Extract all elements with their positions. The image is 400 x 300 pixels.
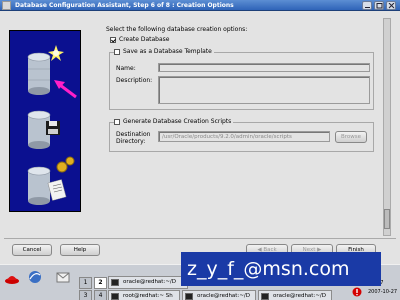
database-scripts-icon [27, 156, 75, 205]
generate-scripts-label: Generate Database Creation Scripts [123, 118, 232, 125]
browser-icon[interactable] [28, 269, 42, 285]
workspace-1[interactable]: 1 [79, 277, 92, 289]
directory-label: Directory: [116, 138, 146, 145]
window-menu-icon[interactable] [2, 1, 11, 10]
window-title: Database Configuration Assistant, Step 6… [15, 2, 234, 9]
cancel-button[interactable]: Cancel [12, 244, 52, 256]
task-label: oracle@redhat:~/D [123, 279, 177, 285]
task-button[interactable]: oracle@redhat:~/D [182, 290, 256, 300]
browse-button[interactable]: Browse [335, 131, 367, 143]
task-button[interactable]: oracle@redhat:~/D [108, 276, 188, 289]
help-button[interactable]: Help [60, 244, 100, 256]
close-button[interactable] [386, 1, 396, 10]
task-label: oracle@redhat:~/D [273, 293, 327, 299]
generate-scripts-option[interactable]: Generate Database Creation Scripts [114, 118, 234, 125]
terminal-icon [111, 293, 119, 300]
creation-options-intro: Select the following database creation o… [106, 26, 248, 33]
dbca-window: Database Configuration Assistant, Step 6… [0, 0, 400, 264]
wizard-illustration [9, 30, 81, 212]
maximize-button[interactable] [374, 1, 384, 10]
msn-watermark-text: z_y_f_@msn.com [187, 258, 350, 280]
database-save-icon [27, 110, 60, 149]
task-button[interactable]: root@redhat:~ Sh [108, 290, 180, 300]
task-button[interactable]: oracle@redhat:~/D [258, 290, 332, 300]
terminal-icon [261, 293, 269, 300]
generate-scripts-checkbox[interactable] [114, 118, 120, 125]
task-label: oracle@redhat:~/D [197, 293, 251, 299]
destination-directory-input[interactable]: /usr/Oracle/products/9.2.0/admin/oracle/… [158, 131, 330, 142]
destination-label: Destination [116, 131, 151, 138]
save-template-option[interactable]: Save as a Database Template [114, 48, 214, 55]
workspace-2[interactable]: 2 [94, 277, 107, 289]
sparkle-icon [48, 45, 64, 61]
create-database-checkbox[interactable] [110, 36, 116, 43]
create-database-label: Create Database [119, 36, 170, 43]
title-bar[interactable]: Database Configuration Assistant, Step 6… [0, 0, 400, 11]
scrollbar-thumb[interactable] [384, 209, 390, 229]
msn-watermark: z_y_f_@msn.com [181, 252, 381, 286]
alert-icon[interactable] [352, 287, 362, 297]
terminal-icon [111, 279, 119, 286]
database-cylinder-icon [27, 52, 51, 95]
template-name-input[interactable] [158, 63, 370, 72]
minimize-button[interactable] [362, 1, 372, 10]
pointer-arrow-icon [54, 80, 77, 99]
workspace-3[interactable]: 3 [79, 290, 92, 300]
task-label: root@redhat:~ Sh [123, 293, 173, 299]
redhat-menu-icon[interactable] [4, 271, 20, 285]
create-database-option[interactable]: Create Database [110, 36, 169, 43]
workspace-4[interactable]: 4 [94, 290, 107, 300]
template-description-input[interactable] [158, 76, 370, 104]
save-template-label: Save as a Database Template [123, 48, 212, 55]
mail-icon[interactable] [56, 270, 70, 284]
terminal-icon [185, 293, 193, 300]
template-name-label: Name: [116, 65, 136, 72]
clock-date: 2007-10-27 [368, 289, 398, 295]
button-separator [4, 238, 396, 239]
template-description-label: Description: [116, 77, 153, 84]
vertical-scrollbar[interactable] [383, 18, 391, 236]
save-template-checkbox[interactable] [114, 48, 120, 55]
